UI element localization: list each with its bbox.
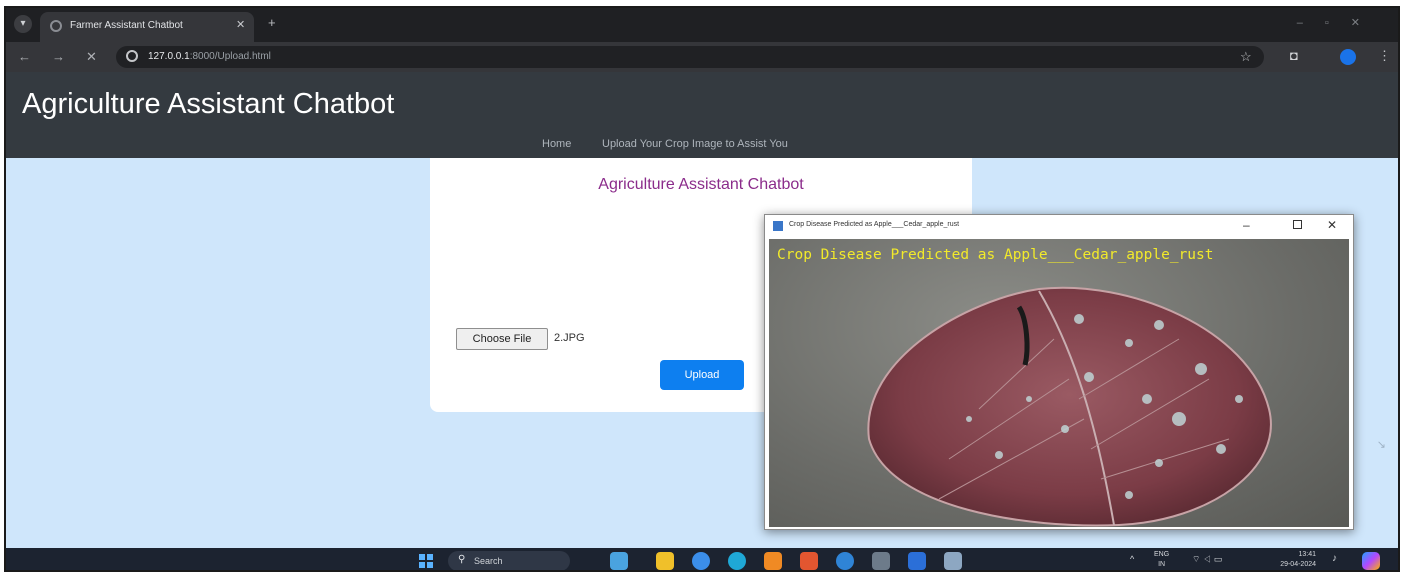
clock-date: 29-04-2024	[1280, 561, 1316, 568]
back-icon[interactable]: ←	[18, 49, 31, 64]
scroll-arrow-icon[interactable]: ↘	[1377, 438, 1386, 451]
search-icon: ⚲	[458, 554, 466, 565]
site-info-icon[interactable]	[126, 50, 138, 62]
terminal-icon[interactable]	[872, 552, 890, 570]
stop-loading-icon[interactable]: ✕	[86, 49, 97, 65]
firefox-icon[interactable]	[764, 552, 782, 570]
selected-file-name: 2.JPG	[554, 332, 585, 344]
brave-icon[interactable]	[800, 552, 818, 570]
region-code: IN	[1158, 561, 1166, 568]
url-path: :8000/Upload.html	[189, 51, 271, 62]
maximize-icon[interactable]	[1293, 220, 1302, 229]
extensions-icon[interactable]: ◘	[1290, 48, 1298, 63]
window-app-icon	[773, 221, 783, 231]
notification-bell-icon[interactable]: ♪	[1332, 553, 1337, 564]
browser-menu-icon[interactable]: ⋮	[1378, 48, 1391, 64]
browser-toolbar: ← → ✕ 127.0.0.1:8000/Upload.html ☆	[6, 42, 1398, 72]
nav-link-upload[interactable]: Upload Your Crop Image to Assist You	[602, 138, 788, 150]
taskbar-clock[interactable]: 13:41 29-04-2024	[1258, 550, 1316, 570]
upload-button[interactable]: Upload	[660, 360, 744, 390]
vscode-icon[interactable]	[908, 552, 926, 570]
copilot-icon[interactable]	[1362, 552, 1380, 570]
tab-search-icon[interactable]: ▾	[14, 15, 32, 33]
taskbar-search-box[interactable]: ⚲ Search	[448, 551, 570, 570]
taskbar-search-label: Search	[474, 556, 503, 566]
browser-tab-strip: ▾ Farmer Assistant Chatbot ✕ + –▫✕	[6, 8, 1398, 42]
choose-file-button[interactable]: Choose File	[456, 328, 548, 350]
network-volume-battery-icons[interactable]: ⌔ ◁ ▭	[1192, 554, 1222, 565]
address-bar[interactable]: 127.0.0.1:8000/Upload.html ☆	[116, 46, 1264, 68]
nav-link-home[interactable]: Home	[542, 138, 571, 150]
chrome-icon[interactable]	[692, 552, 710, 570]
minimize-icon[interactable]: –	[1243, 218, 1250, 232]
prediction-window-title: Crop Disease Predicted as Apple___Cedar_…	[789, 221, 960, 228]
card-title: Agriculture Assistant Chatbot	[598, 176, 804, 193]
close-icon[interactable]: ✕	[1327, 218, 1337, 232]
site-title: Agriculture Assistant Chatbot	[22, 88, 395, 120]
profile-avatar[interactable]	[1340, 49, 1356, 65]
screenshot-frame: ▾ Farmer Assistant Chatbot ✕ + –▫✕ ← → ✕…	[4, 6, 1400, 572]
prediction-window: Crop Disease Predicted as Apple___Cedar_…	[764, 214, 1354, 530]
clock-time: 13:41	[1298, 551, 1316, 558]
new-tab-icon[interactable]: +	[268, 15, 276, 30]
prediction-overlay-text: Crop Disease Predicted as Apple___Cedar_…	[777, 247, 1214, 263]
widgets-icon[interactable]	[610, 552, 628, 570]
tab-favicon-icon	[50, 20, 62, 32]
edge-icon[interactable]	[728, 552, 746, 570]
url-host: 127.0.0.1	[148, 51, 190, 62]
windows-start-icon[interactable]	[419, 554, 433, 568]
url-text: 127.0.0.1:8000/Upload.html	[148, 51, 271, 62]
site-header: Agriculture Assistant Chatbot Home Uploa…	[6, 72, 1398, 158]
tray-overflow-icon[interactable]: ^	[1130, 554, 1134, 564]
language-code: ENG	[1154, 551, 1170, 558]
windows-taskbar: ⚲ Search ^ ENG IN ⌔ ◁ ▭ 13:41 29-04-2024…	[6, 548, 1398, 570]
browser-tab[interactable]: Farmer Assistant Chatbot ✕	[40, 12, 254, 42]
bookmark-star-icon[interactable]: ☆	[1240, 49, 1252, 65]
window-controls[interactable]: –▫✕	[1297, 16, 1382, 29]
file-explorer-icon[interactable]	[656, 552, 674, 570]
python-icon[interactable]	[944, 552, 962, 570]
tab-close-icon[interactable]: ✕	[236, 18, 245, 31]
app-icon[interactable]	[836, 552, 854, 570]
prediction-window-titlebar[interactable]: Crop Disease Predicted as Apple___Cedar_…	[765, 215, 1353, 237]
tab-title: Farmer Assistant Chatbot	[70, 20, 183, 31]
leaf-image-panel: Crop Disease Predicted as Apple___Cedar_…	[769, 239, 1349, 527]
forward-icon[interactable]: →	[52, 49, 65, 64]
apple-leaf-image	[867, 286, 1272, 527]
language-indicator[interactable]: ENG IN	[1154, 550, 1169, 570]
